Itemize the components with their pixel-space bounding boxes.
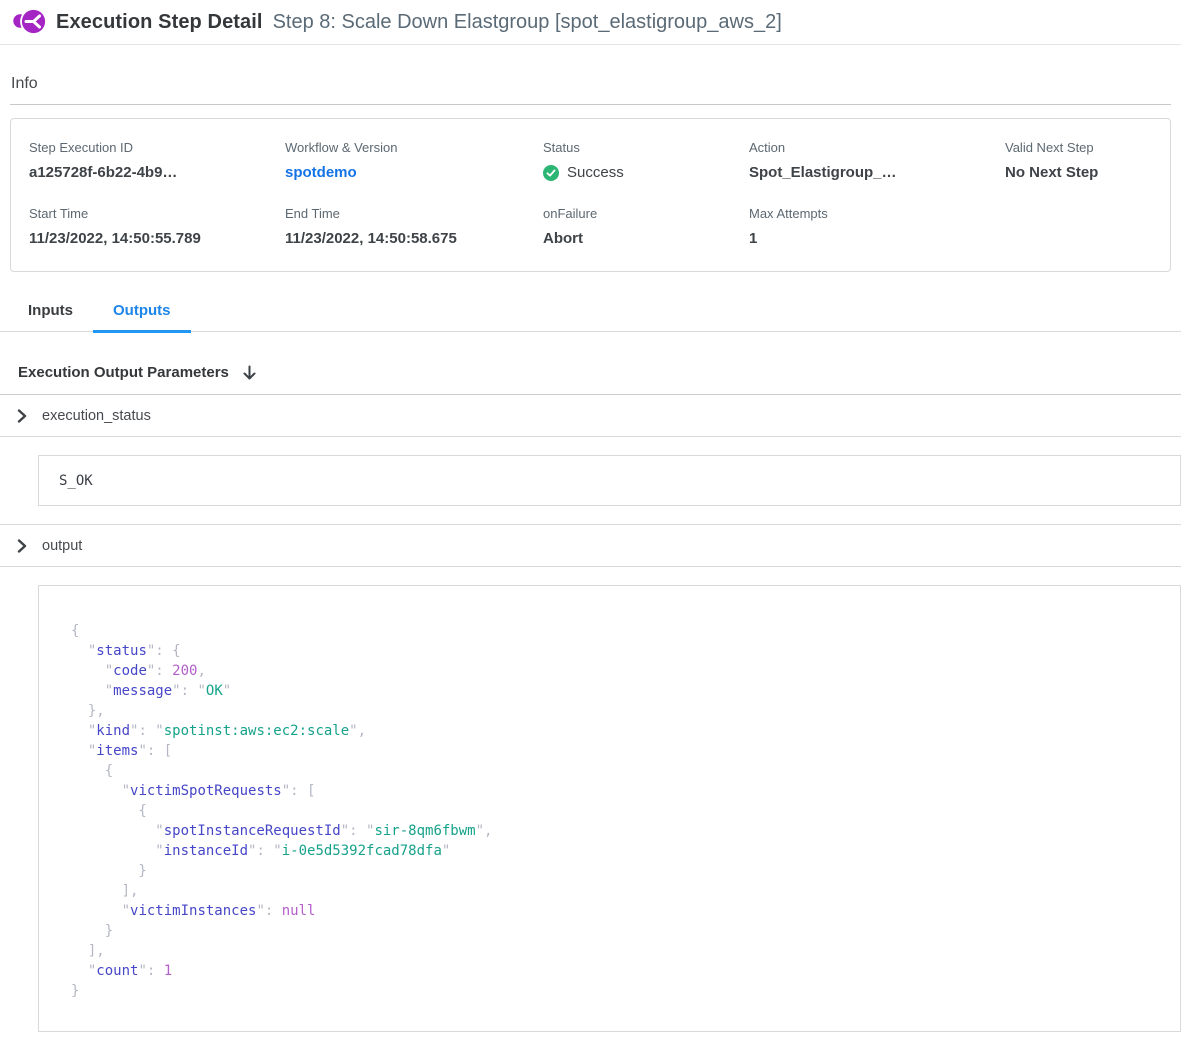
field-end-time: End Time 11/23/2022, 14:50:58.675 bbox=[285, 206, 543, 247]
tab-inputs[interactable]: Inputs bbox=[8, 294, 93, 333]
io-tabs: Inputs Outputs bbox=[0, 272, 1181, 332]
execution-status-value-box: S_OK bbox=[38, 455, 1181, 506]
code-line: } bbox=[71, 861, 1160, 881]
workflow-link[interactable]: spotdemo bbox=[285, 164, 543, 181]
field-start-time: Start Time 11/23/2022, 14:50:55.789 bbox=[29, 206, 285, 247]
code-line: } bbox=[71, 921, 1160, 941]
field-label: End Time bbox=[285, 206, 543, 221]
field-label: Valid Next Step bbox=[1005, 140, 1170, 155]
status-text: Success bbox=[567, 164, 624, 181]
field-label: Max Attempts bbox=[749, 206, 1005, 221]
code-line: "message": "OK" bbox=[71, 681, 1160, 701]
field-max-attempts: Max Attempts 1 bbox=[749, 206, 1005, 247]
param-name: execution_status bbox=[42, 408, 151, 424]
field-value: Abort bbox=[543, 230, 749, 247]
chevron-right-icon bbox=[17, 539, 27, 553]
download-icon[interactable] bbox=[242, 365, 257, 382]
code-line: "code": 200, bbox=[71, 661, 1160, 681]
field-label: onFailure bbox=[543, 206, 749, 221]
field-value: a125728f-6b22-4b9… bbox=[29, 164, 285, 181]
tab-outputs[interactable]: Outputs bbox=[93, 294, 191, 333]
code-line: { bbox=[71, 801, 1160, 821]
code-line: { bbox=[71, 761, 1160, 781]
output-parameters-title: Execution Output Parameters bbox=[18, 364, 229, 381]
code-line: "instanceId": "i-0e5d5392fcad78dfa" bbox=[71, 841, 1160, 861]
code-line: ], bbox=[71, 941, 1160, 961]
field-value: 11/23/2022, 14:50:58.675 bbox=[285, 230, 543, 247]
code-line: "kind": "spotinst:aws:ec2:scale", bbox=[71, 721, 1160, 741]
field-label: Action bbox=[749, 140, 1005, 155]
field-step-execution-id: Step Execution ID a125728f-6b22-4b9… bbox=[29, 140, 285, 181]
app-header: Execution Step Detail Step 8: Scale Down… bbox=[0, 0, 1181, 45]
step-info-card: Step Execution ID a125728f-6b22-4b9… Wor… bbox=[10, 118, 1171, 272]
field-valid-next-step: Valid Next Step No Next Step bbox=[1005, 140, 1170, 181]
info-section-label: Info bbox=[10, 75, 1171, 105]
code-line: "victimInstances": null bbox=[71, 901, 1160, 921]
field-on-failure: onFailure Abort bbox=[543, 206, 749, 247]
chevron-right-icon bbox=[17, 409, 27, 423]
code-line: "count": 1 bbox=[71, 961, 1160, 981]
output-json-viewer: { "status": { "code": 200, "message": "O… bbox=[38, 585, 1181, 1032]
field-value: 1 bbox=[749, 230, 1005, 247]
field-workflow-version: Workflow & Version spotdemo bbox=[285, 140, 543, 181]
field-label: Workflow & Version bbox=[285, 140, 543, 155]
page-subtitle: Step 8: Scale Down Elastgroup [spot_elas… bbox=[273, 11, 782, 34]
code-line: ], bbox=[71, 881, 1160, 901]
code-line: "items": [ bbox=[71, 741, 1160, 761]
output-parameters-header: Execution Output Parameters bbox=[0, 332, 1181, 395]
field-value: No Next Step bbox=[1005, 164, 1170, 181]
param-row-output[interactable]: output bbox=[0, 525, 1181, 567]
code-line: "victimSpotRequests": [ bbox=[71, 781, 1160, 801]
code-line: } bbox=[71, 981, 1160, 1001]
param-row-execution-status[interactable]: execution_status bbox=[0, 395, 1181, 437]
brand-logo-icon bbox=[12, 5, 46, 39]
field-label: Start Time bbox=[29, 206, 285, 221]
code-line: { bbox=[71, 621, 1160, 641]
success-check-icon bbox=[543, 165, 559, 181]
code-line: "status": { bbox=[71, 641, 1160, 661]
field-value: 11/23/2022, 14:50:55.789 bbox=[29, 230, 285, 247]
param-name: output bbox=[42, 538, 82, 554]
field-action: Action Spot_Elastigroup_… bbox=[749, 140, 1005, 181]
field-status: Status Success bbox=[543, 140, 749, 181]
page-title: Execution Step Detail bbox=[56, 11, 263, 34]
field-label: Step Execution ID bbox=[29, 140, 285, 155]
code-line: "spotInstanceRequestId": "sir-8qm6fbwm", bbox=[71, 821, 1160, 841]
field-value: Spot_Elastigroup_… bbox=[749, 164, 1005, 181]
field-label: Status bbox=[543, 140, 749, 155]
code-line: }, bbox=[71, 701, 1160, 721]
